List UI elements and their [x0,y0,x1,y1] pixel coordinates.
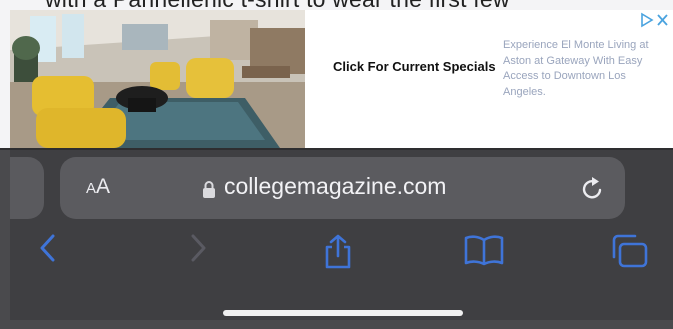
tabs-button[interactable] [609,233,649,269]
ad-cta[interactable]: Click For Current Specials [333,58,496,76]
browser-toolbar: AA collegemagazine.com [10,150,673,320]
address-bar[interactable]: AA collegemagazine.com [60,157,625,219]
ad-choices-icon[interactable] [640,12,670,28]
chevron-right-icon [191,234,206,262]
lock-icon [202,179,216,199]
ad-image[interactable] [10,10,305,148]
book-icon [464,235,504,266]
previous-tab-edge[interactable] [10,157,44,219]
share-button[interactable] [321,233,355,271]
url-text[interactable]: collegemagazine.com [224,173,446,200]
home-indicator[interactable] [223,310,463,316]
ad-description: Experience El Monte Living at Aston at G… [503,39,649,98]
share-icon [325,234,351,269]
forward-button[interactable] [188,233,208,263]
reload-icon[interactable] [580,174,606,202]
tabs-icon [612,234,648,268]
chevron-left-icon [40,234,55,262]
bookmarks-button[interactable] [464,233,504,267]
back-button[interactable] [38,233,58,263]
web-content: with a Panhellenic t-shirt to wear the f… [0,0,673,148]
reader-options-button[interactable]: AA [86,175,110,199]
ad-banner[interactable]: Click For Current Specials Experience El… [10,10,673,148]
